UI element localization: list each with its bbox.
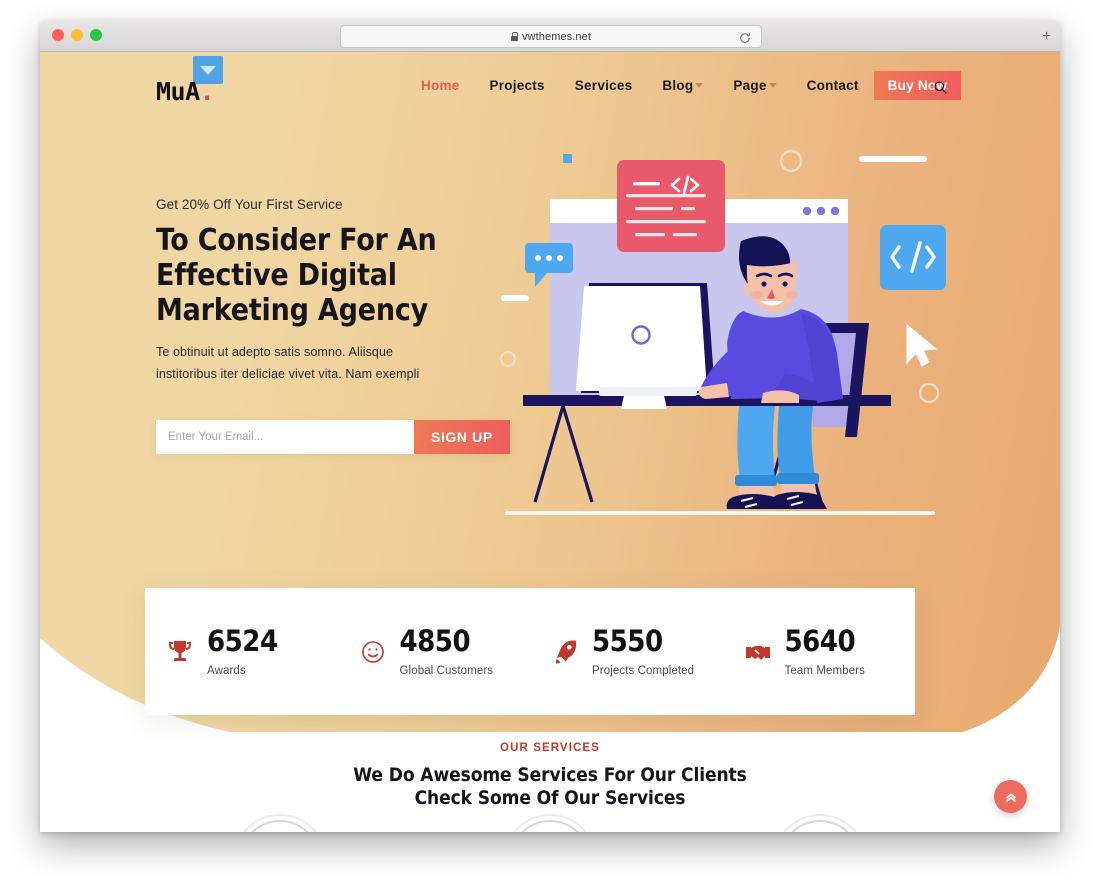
- stat-item: 4850 Global Customers: [338, 623, 531, 677]
- close-window-button[interactable]: [52, 29, 64, 41]
- logo-text: MuA: [156, 77, 200, 106]
- stat-label: Global Customers: [399, 664, 494, 677]
- hero-eyebrow: Get 20% Off Your First Service: [156, 197, 343, 212]
- zoom-window-button[interactable]: [90, 29, 102, 41]
- browser-window: vwthemes.net + MuA. Home Projects Servic…: [40, 20, 1060, 832]
- services-cards: [40, 814, 1060, 832]
- back-to-top-button[interactable]: [994, 780, 1027, 813]
- nav-item-services[interactable]: Services: [560, 78, 648, 93]
- services-heading-line-2: Check Some Of Our Services: [414, 787, 686, 810]
- main-navigation: Home Projects Services Blog Page Contact…: [406, 52, 962, 118]
- services-section: OUR SERVICES We Do Awesome Services For …: [40, 742, 1060, 832]
- browser-chrome: vwthemes.net +: [40, 20, 1060, 52]
- stat-item: 5550 Projects Completed: [530, 623, 723, 677]
- service-card[interactable]: [764, 814, 876, 832]
- services-eyebrow: OUR SERVICES: [500, 742, 600, 754]
- logo-wordmark: MuA.: [156, 77, 266, 106]
- stat-label: Team Members: [784, 664, 865, 677]
- hero-title-line-2: Effective Digital: [156, 258, 397, 293]
- stats-card: 6524 Awards 4850 Global Customers 5550 P…: [145, 588, 915, 715]
- nav-item-blog[interactable]: Blog: [647, 78, 718, 93]
- service-card[interactable]: [224, 814, 336, 832]
- stat-text: 4850 Global Customers: [399, 623, 494, 677]
- service-icon-ring: [503, 814, 597, 832]
- handshake-icon: [745, 637, 771, 667]
- site-logo[interactable]: MuA.: [156, 56, 266, 116]
- logo-dot: .: [199, 77, 215, 106]
- email-input[interactable]: [156, 420, 414, 454]
- stat-item: 6524 Awards: [145, 623, 338, 677]
- nav-item-contact[interactable]: Contact: [792, 78, 874, 93]
- nav-item-page[interactable]: Page: [718, 78, 791, 93]
- address-bar[interactable]: vwthemes.net: [340, 25, 762, 48]
- smiley-icon: [360, 637, 386, 667]
- stat-value: 5640: [784, 623, 856, 658]
- stat-text: 6524 Awards: [207, 623, 278, 677]
- signup-button[interactable]: SIGN UP: [414, 420, 510, 454]
- service-icon-ring: [773, 814, 867, 832]
- hero-illustration: [499, 149, 946, 515]
- stat-label: Awards: [207, 664, 246, 677]
- trophy-icon: [167, 637, 193, 667]
- service-icon-ring: [233, 814, 327, 832]
- traffic-lights: [52, 29, 102, 41]
- services-heading-line-1: We Do Awesome Services For Our Clients: [353, 764, 747, 786]
- hero-copy: Get 20% Off Your First Service To Consid…: [156, 197, 516, 386]
- stat-item: 5640 Team Members: [723, 623, 916, 677]
- hero-title-line-1: To Consider For An: [156, 223, 437, 258]
- hero-title: To Consider For An Effective Digital Mar…: [156, 226, 516, 326]
- hero-subtitle: Te obtinuit ut adepto satis somno. Aliis…: [156, 342, 516, 386]
- lock-icon: [510, 32, 519, 41]
- search-icon[interactable]: [929, 76, 951, 98]
- stat-text: 5640 Team Members: [784, 623, 865, 677]
- hero-subtitle-line-1: Te obtinuit ut adepto satis somno. Aliis…: [156, 345, 394, 359]
- stat-value: 6524: [207, 623, 278, 658]
- new-tab-button[interactable]: +: [1042, 28, 1051, 43]
- stat-value: 5550: [592, 623, 663, 658]
- minimize-window-button[interactable]: [71, 29, 83, 41]
- chevron-down-icon: [695, 82, 704, 88]
- nav-item-projects[interactable]: Projects: [475, 78, 560, 93]
- stat-label: Projects Completed: [592, 664, 695, 677]
- hero-title-line-3: Marketing Agency: [156, 293, 429, 328]
- hero-subtitle-line-2: institoribus iter deliciae vivet vita. N…: [156, 366, 420, 381]
- page-viewport: MuA. Home Projects Services Blog Page Co…: [40, 52, 1060, 832]
- site-header: MuA. Home Projects Services Blog Page Co…: [40, 52, 1060, 118]
- stat-value: 4850: [399, 623, 471, 658]
- url-text: vwthemes.net: [521, 30, 592, 43]
- service-card[interactable]: [494, 814, 606, 832]
- reload-icon[interactable]: [739, 31, 751, 43]
- double-chevron-up-icon: [1005, 792, 1016, 802]
- url-text-wrap: vwthemes.net: [510, 30, 592, 43]
- rocket-icon: [552, 637, 578, 667]
- newsletter-signup-form: SIGN UP: [156, 420, 510, 454]
- stat-text: 5550 Projects Completed: [592, 623, 695, 677]
- chevron-down-icon: [768, 82, 777, 88]
- nav-item-home[interactable]: Home: [406, 78, 475, 93]
